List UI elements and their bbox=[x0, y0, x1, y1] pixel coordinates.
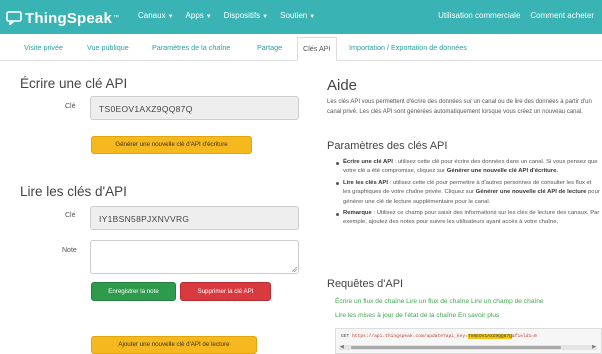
scroll-right-icon[interactable]: ▶ bbox=[592, 344, 596, 350]
chevron-down-icon: ▼ bbox=[309, 14, 316, 20]
commercial-use-link[interactable]: Utilisation commerciale bbox=[438, 11, 520, 20]
note-label: Note bbox=[62, 247, 77, 254]
list-item: Remarque : Utilisez ce champ pour saisir… bbox=[334, 209, 600, 228]
chevron-down-icon: ▼ bbox=[167, 14, 174, 20]
api-requests-title: Requêtes d'API bbox=[327, 278, 404, 290]
write-api-key-title: Écrire une clé API bbox=[20, 76, 128, 91]
settings-bullet-list: Écrire une clé API : utilisez cette clé … bbox=[334, 158, 600, 230]
read-api-keys-title: Lire les clés d'API bbox=[20, 184, 127, 199]
trademark-symbol: ™ bbox=[113, 15, 120, 21]
chevron-down-icon: ▼ bbox=[262, 14, 269, 20]
api-key-settings-title: Paramètres des clés API bbox=[327, 140, 448, 152]
menu-apps[interactable]: Apps ▼ bbox=[186, 11, 212, 20]
nav-right-links: Utilisation commerciale Comment acheter bbox=[428, 11, 594, 20]
tab-channel-settings[interactable]: Paramètres de la chaîne bbox=[152, 43, 230, 52]
generate-write-key-button[interactable]: Générer une nouvelle clé d'API d'écritur… bbox=[91, 136, 252, 154]
brand-name: ThingSpeak bbox=[25, 9, 113, 27]
add-read-key-button[interactable]: Ajouter une nouvelle clé d'API de lectur… bbox=[91, 336, 257, 354]
chevron-down-icon: ▼ bbox=[205, 14, 212, 20]
api-request-links-2[interactable]: Lire les mises à jour de l'état de la ch… bbox=[335, 312, 499, 319]
list-item: Lire les clés API : utilisez cette clé p… bbox=[334, 179, 600, 207]
chat-bubble-icon bbox=[6, 11, 22, 25]
channel-tabs: Visite privée Vue publique Paramètres de… bbox=[0, 37, 602, 61]
menu-channels[interactable]: Canaux ▼ bbox=[138, 11, 174, 20]
help-title: Aide bbox=[327, 77, 358, 94]
list-item: Écrire une clé API : utilisez cette clé … bbox=[334, 158, 600, 177]
api-request-links-1[interactable]: Écrire un flux de chaîne Lire un flux de… bbox=[335, 298, 544, 305]
scrollbar-thumb[interactable] bbox=[351, 346, 561, 349]
api-request-code: GET https://api.thingspeak.com/update?ap… bbox=[341, 334, 537, 339]
save-note-button[interactable]: Enregistrer la note bbox=[91, 282, 176, 301]
write-key-field[interactable]: TS0EOV1AXZ9QQ87Q bbox=[90, 96, 299, 120]
read-key-field[interactable]: IY1BSN58PJXNVVRG bbox=[90, 206, 299, 230]
note-textarea[interactable] bbox=[90, 240, 299, 274]
tab-private-view[interactable]: Visite privée bbox=[24, 43, 63, 52]
tab-data-import-export[interactable]: Importation / Exportation de données bbox=[349, 43, 467, 52]
read-key-label: Clé bbox=[65, 212, 76, 219]
menu-support[interactable]: Soutien ▼ bbox=[280, 11, 315, 20]
top-nav-bar: ThingSpeak ™ Canaux ▼ Apps ▼ Dispositifs ▼ … bbox=[0, 0, 602, 34]
tab-public-view[interactable]: Vue publique bbox=[87, 43, 129, 52]
menu-devices[interactable]: Dispositifs ▼ bbox=[224, 11, 268, 20]
main-menu: Canaux ▼ Apps ▼ Dispositifs ▼ Soutien ▼ bbox=[138, 11, 327, 20]
horizontal-scrollbar[interactable]: ◀ ▶ bbox=[339, 344, 597, 350]
tab-sharing[interactable]: Partage bbox=[257, 43, 282, 52]
help-intro: Les clés API vous permettent d'écrire de… bbox=[327, 99, 592, 115]
write-key-label: Clé bbox=[65, 103, 76, 110]
delete-api-key-button[interactable]: Supprimer la clé API bbox=[180, 282, 271, 301]
resize-grip-icon[interactable] bbox=[292, 267, 297, 272]
api-request-code-box: GET https://api.thingspeak.com/update?ap… bbox=[335, 328, 602, 354]
how-to-buy-link[interactable]: Comment acheter bbox=[530, 11, 594, 20]
brand-logo[interactable]: ThingSpeak ™ bbox=[6, 8, 119, 28]
tab-api-keys[interactable]: Clés API bbox=[297, 37, 337, 61]
scroll-left-icon[interactable]: ◀ bbox=[340, 344, 344, 350]
